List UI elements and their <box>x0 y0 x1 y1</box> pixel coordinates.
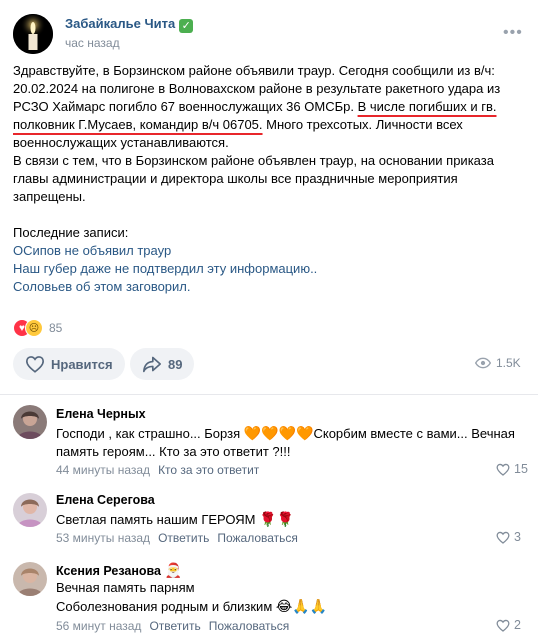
comment-author-name[interactable]: Ксения Резанова <box>56 564 161 578</box>
heart-icon <box>496 619 510 632</box>
like-label: Нравится <box>51 356 113 372</box>
report-link[interactable]: Пожаловаться <box>217 531 298 545</box>
emoji-group: 😂🙏🙏 <box>275 598 328 614</box>
heart-icon <box>25 356 45 373</box>
views-counter: 1.5K <box>475 356 521 370</box>
like-button[interactable]: Нравится <box>13 348 125 380</box>
comment-author[interactable]: Елена Черных <box>56 407 146 421</box>
comment-text-line: Светлая память нашим ГЕРОЯМ 🌹🌹 <box>56 510 526 529</box>
group-name-text[interactable]: Забайкалье Чита <box>65 16 175 31</box>
comment-time[interactable]: 56 минут назад <box>56 619 141 633</box>
post-paragraph-2: В связи с тем, что в Борзинском районе о… <box>13 153 494 204</box>
post-time[interactable]: час назад <box>65 36 120 50</box>
reactions-summary[interactable]: ♥ ☹ 85 <box>13 318 62 338</box>
recent-link-3[interactable]: Соловьев об этом заговорил. <box>13 278 525 296</box>
share-count: 89 <box>168 356 183 372</box>
comment-like-count: 15 <box>514 462 528 476</box>
comment-text: Светлая память нашим ГЕРОЯМ 🌹🌹 <box>56 510 526 529</box>
comment-like-count: 3 <box>514 530 521 544</box>
comment-time[interactable]: 53 минуты назад <box>56 531 150 545</box>
comment-text-start: Светлая память нашим ГЕРОЯМ <box>56 512 260 527</box>
share-button[interactable]: 89 <box>130 348 195 380</box>
recent-link-2[interactable]: Наш губер даже не подтвердил эту информа… <box>13 260 525 278</box>
views-count: 1.5K <box>496 356 521 370</box>
santa-emoji: 🎅 <box>164 562 182 578</box>
rose-emoji: 🌹🌹 <box>259 511 294 527</box>
comment-text-line-1: Вечная память парням <box>56 580 195 595</box>
comment-like-button[interactable]: 2 <box>496 618 521 632</box>
group-name[interactable]: Забайкалье Чита ✓ <box>65 16 194 33</box>
comment-author[interactable]: Ксения Резанова 🎅 <box>56 562 182 579</box>
reply-link[interactable]: Кто за это ответит <box>158 463 259 477</box>
avatar-image <box>13 405 47 439</box>
sad-reaction-icon: ☹ <box>25 319 43 337</box>
eye-icon <box>475 357 491 369</box>
avatar-image <box>13 562 47 596</box>
comment-author[interactable]: Елена Серегова <box>56 493 155 507</box>
candle-icon <box>13 14 53 54</box>
more-icon[interactable]: ••• <box>503 24 523 42</box>
avatar[interactable] <box>13 562 47 596</box>
comment-like-count: 2 <box>514 618 521 632</box>
comment-like-button[interactable]: 15 <box>496 462 528 476</box>
comment-meta: 56 минут назад Ответить Пожаловаться <box>56 619 289 633</box>
comment-text-line-2: Соболезнования родным и близким 😂🙏🙏 <box>56 597 526 616</box>
comment-meta: 53 минуты назад Ответить Пожаловаться <box>56 531 298 545</box>
comment-text: Вечная память парням Соболезнования родн… <box>56 579 526 616</box>
heart-icon <box>496 463 510 476</box>
divider <box>0 394 538 395</box>
group-avatar[interactable] <box>13 14 53 54</box>
avatar-image <box>13 493 47 527</box>
report-link[interactable]: Пожаловаться <box>209 619 290 633</box>
post-body: Здравствуйте, в Борзинском районе объяви… <box>13 62 525 296</box>
comment-text-start: Господи , как страшно... Борзя <box>56 426 244 441</box>
recent-link-1[interactable]: ОСипов не объявил траур <box>13 242 525 260</box>
heart-icon <box>496 531 510 544</box>
avatar[interactable] <box>13 405 47 439</box>
post-spacer <box>13 206 525 224</box>
recent-label: Последние записи: <box>13 225 129 240</box>
reply-link[interactable]: Ответить <box>149 619 200 633</box>
comment-text-start: Соболезнования родным и близким <box>56 599 276 614</box>
comment-like-button[interactable]: 3 <box>496 530 521 544</box>
share-icon <box>143 356 161 373</box>
comment-text-line: Господи , как страшно... Борзя 🧡🧡🧡🧡Скорб… <box>56 424 526 461</box>
comment-meta: 44 минуты назад Кто за это ответит <box>56 463 259 477</box>
heart-emoji: 🧡🧡🧡🧡 <box>243 425 314 441</box>
avatar[interactable] <box>13 493 47 527</box>
comment-text: Господи , как страшно... Борзя 🧡🧡🧡🧡Скорб… <box>56 424 526 461</box>
reactions-count: 85 <box>49 321 63 335</box>
comment-time[interactable]: 44 минуты назад <box>56 463 150 477</box>
verified-icon: ✓ <box>179 19 194 33</box>
reply-link[interactable]: Ответить <box>158 531 209 545</box>
post-paragraph-1: Здравствуйте, в Борзинском районе объяви… <box>13 62 525 152</box>
